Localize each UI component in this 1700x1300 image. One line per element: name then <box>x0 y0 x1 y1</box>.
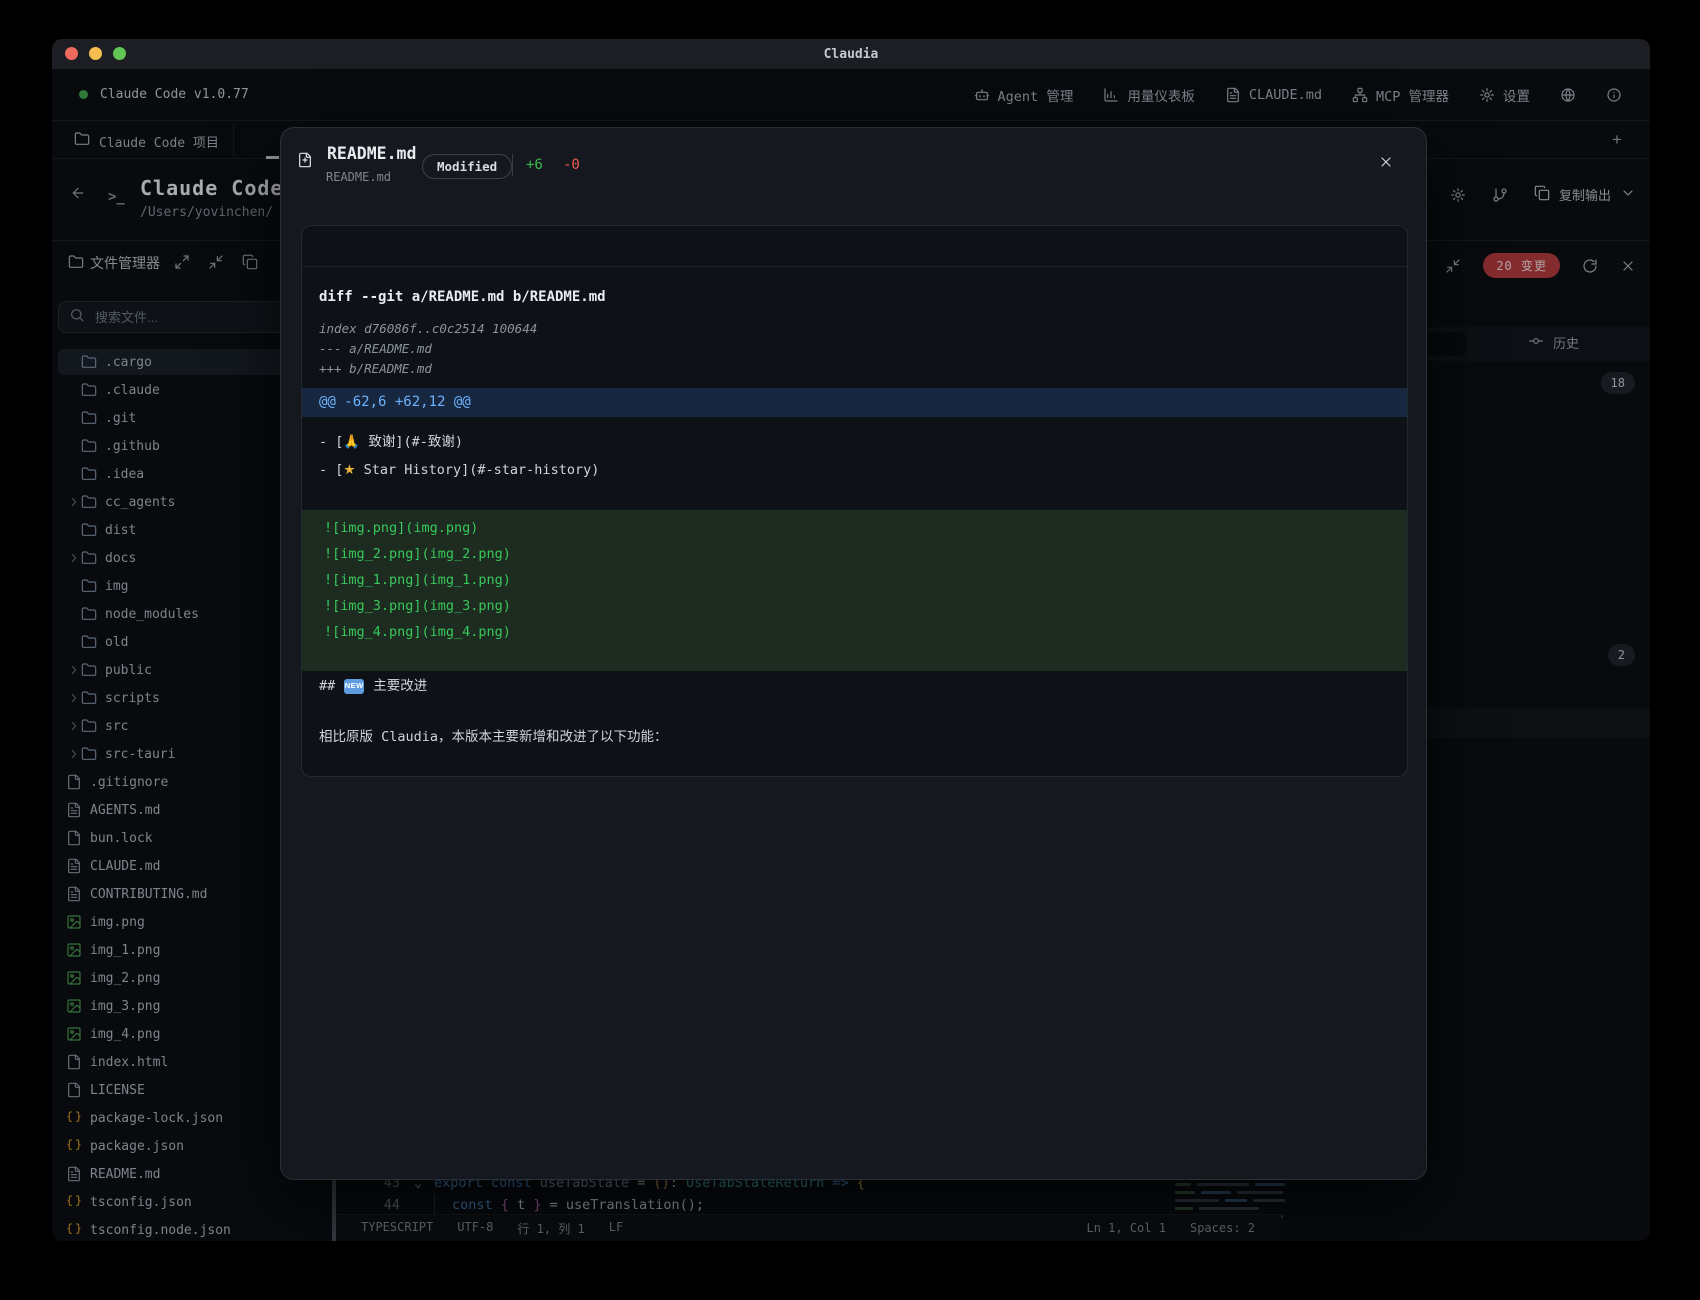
diff-added-line: ![img_4.png](img_4.png) <box>302 619 1407 645</box>
diff-content-box: diff --git a/README.md b/README.md index … <box>301 225 1408 777</box>
star-emoji: ★ <box>343 462 355 477</box>
new-emoji: NEW <box>344 679 364 694</box>
modal-title: README.md <box>327 144 416 163</box>
diff-body: diff --git a/README.md b/README.md index … <box>302 267 1407 749</box>
diff-line-hunk: @@ -62,6 +62,12 @@ <box>302 388 1407 417</box>
diff-added-line: ![img_3.png](img_3.png) <box>302 593 1407 619</box>
diff-blank-line <box>302 484 1407 510</box>
screenshot-stage: Claudia Claude Code v1.0.77 Agent 管理用量仪表… <box>0 0 1700 1300</box>
diff-box-header <box>302 226 1407 267</box>
diff-line-file: diff --git a/README.md b/README.md <box>319 287 1390 307</box>
window-title: Claudia <box>52 47 1650 62</box>
diff-modal: README.md README.md Modified +6 -0 diff … <box>280 127 1427 1180</box>
app-window: Claudia Claude Code v1.0.77 Agent 管理用量仪表… <box>52 39 1650 1241</box>
diff-line-meta: --- a/README.md <box>319 339 1390 359</box>
diff-line-meta: index d76086f..c0c2514 100644 <box>319 319 1390 339</box>
modal-close-button[interactable] <box>1378 154 1394 175</box>
additions-count: +6 <box>526 157 543 173</box>
diff-added-block: ![img.png](img.png)![img_2.png](img_2.pn… <box>302 510 1407 671</box>
modal-subtitle: README.md <box>326 170 391 184</box>
diff-line-context: - [🙏 致谢](#-致谢) <box>319 428 1390 456</box>
diff-added-line: ![img_2.png](img_2.png) <box>302 541 1407 567</box>
close-window-button[interactable] <box>65 47 78 60</box>
macos-titlebar: Claudia <box>52 39 1650 69</box>
deletions-count: -0 <box>563 157 580 173</box>
zoom-window-button[interactable] <box>113 47 126 60</box>
diff-line-context: - [★ Star History](#-star-history) <box>319 456 1390 484</box>
diff-line-heading: ## NEW 主要改进 <box>319 674 1390 698</box>
diff-line-para: 相比原版 Claudia，本版本主要新增和改进了以下功能： <box>319 725 1390 749</box>
diff-added-line: ![img.png](img.png) <box>302 515 1407 541</box>
minimize-window-button[interactable] <box>89 47 102 60</box>
diff-line-meta: +++ b/README.md <box>319 359 1390 379</box>
close-icon <box>1378 157 1394 174</box>
modified-status-badge: Modified <box>422 154 512 179</box>
diff-added-line: ![img_1.png](img_1.png) <box>302 567 1407 593</box>
pray-emoji: 🙏 <box>343 434 360 449</box>
divider <box>512 154 513 176</box>
file-diff-icon <box>297 152 313 173</box>
